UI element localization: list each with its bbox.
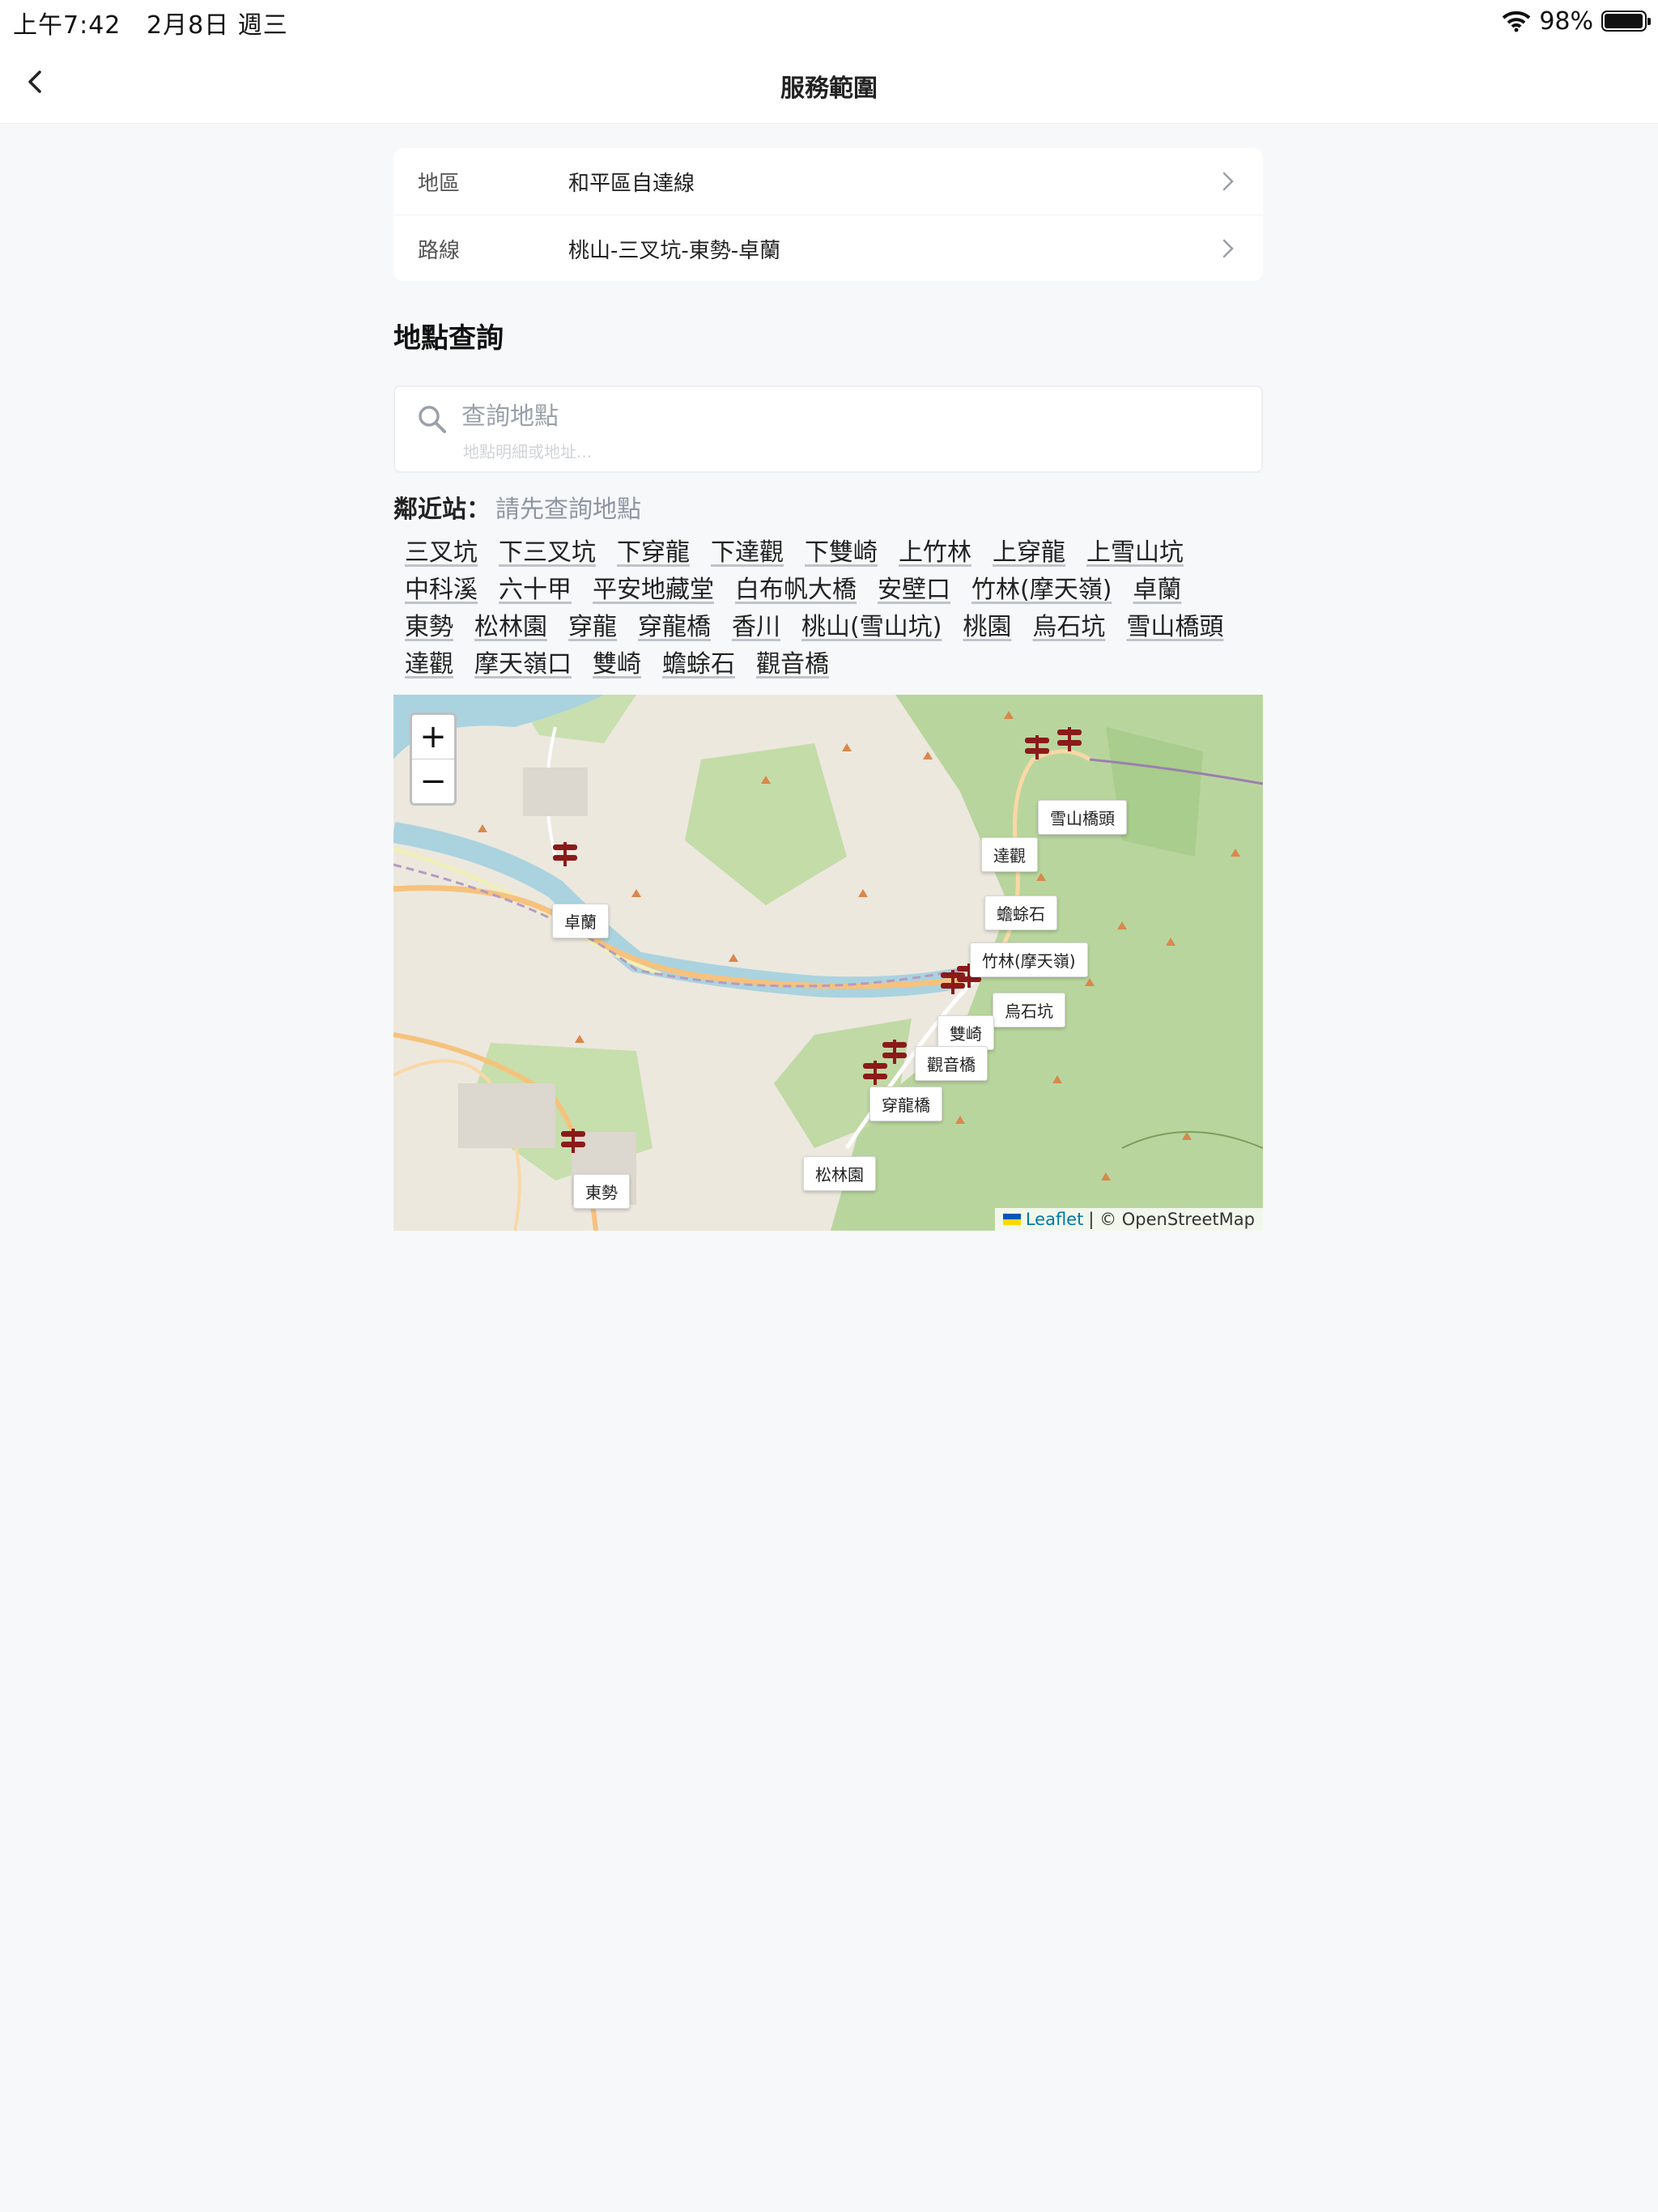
station-link[interactable]: 達觀 bbox=[405, 646, 453, 683]
station-link[interactable]: 卓蘭 bbox=[1133, 572, 1181, 609]
map-label-songlin[interactable]: 松林園 bbox=[803, 1156, 876, 1191]
station-link[interactable]: 上竹林 bbox=[899, 534, 971, 572]
chevron-right-icon bbox=[1222, 239, 1234, 258]
station-link[interactable]: 觀音橋 bbox=[756, 646, 829, 683]
location-search-input[interactable] bbox=[461, 400, 1190, 432]
status-date: 2月8日 週三 bbox=[146, 11, 288, 40]
search-icon bbox=[419, 406, 446, 433]
chevron-right-icon bbox=[1222, 172, 1234, 191]
ukraine-flag-icon bbox=[1002, 1214, 1021, 1225]
station-link[interactable]: 雙崎 bbox=[593, 646, 641, 683]
nearby-stations: 鄰近站： 請先查詢地點 bbox=[393, 489, 1263, 525]
station-link[interactable]: 三叉坑 bbox=[405, 534, 478, 572]
wifi-icon bbox=[1502, 11, 1531, 32]
map-label-dongshi[interactable]: 東勢 bbox=[573, 1174, 630, 1209]
location-search-title: 地點查詢 bbox=[393, 322, 504, 355]
station-link[interactable]: 東勢 bbox=[405, 609, 453, 646]
region-value: 和平區自達線 bbox=[568, 171, 695, 196]
map-label-zhulin[interactable]: 竹林(摩天嶺) bbox=[970, 942, 1088, 977]
route-selector-card: 地區 和平區自達線 路線 桃山-三叉坑-東勢-卓蘭 bbox=[393, 148, 1263, 281]
bus-stop-marker-icon[interactable] bbox=[863, 1061, 887, 1085]
station-link[interactable]: 穿龍 bbox=[568, 609, 617, 646]
station-link[interactable]: 竹林(摩天嶺) bbox=[971, 572, 1112, 609]
bus-stop-marker-icon[interactable] bbox=[1025, 735, 1049, 759]
bus-stop-marker-icon[interactable] bbox=[1057, 727, 1082, 751]
map-label-daguan[interactable]: 達觀 bbox=[981, 837, 1038, 872]
station-link[interactable]: 桃園 bbox=[963, 609, 1011, 646]
map-label-xueshan-bridge[interactable]: 雪山橋頭 bbox=[1038, 800, 1127, 835]
station-link[interactable]: 下三叉坑 bbox=[499, 534, 596, 572]
station-link[interactable]: 六十甲 bbox=[499, 572, 572, 609]
station-link[interactable]: 松林園 bbox=[474, 609, 547, 646]
location-search-box[interactable]: 地點明細或地址... bbox=[393, 385, 1263, 473]
station-link[interactable]: 下達觀 bbox=[711, 534, 784, 572]
nearby-value: 請先查詢地點 bbox=[495, 496, 641, 524]
station-link[interactable]: 穿龍橋 bbox=[638, 609, 711, 646]
station-link[interactable]: 桃山(雪山坑) bbox=[801, 609, 942, 646]
bus-stop-marker-icon[interactable] bbox=[553, 842, 577, 866]
station-link[interactable]: 白布帆大橋 bbox=[735, 572, 857, 609]
station-link[interactable]: 下雙崎 bbox=[805, 534, 878, 572]
region-label: 地區 bbox=[418, 171, 461, 196]
map-label-zhuolan[interactable]: 卓蘭 bbox=[552, 904, 609, 938]
station-link[interactable]: 蟾蜍石 bbox=[662, 646, 735, 683]
osm-attribution: | © OpenStreetMap bbox=[1088, 1210, 1255, 1229]
station-list: 三叉坑 下三叉坑 下穿龍 下達觀 下雙崎 上竹林 上穿龍 上雪山坑中科溪 六十甲 平安地藏堂 白布帆… bbox=[395, 534, 1253, 683]
route-row[interactable]: 路線 桃山-三叉坑-東勢-卓蘭 bbox=[393, 215, 1263, 282]
route-value: 桃山-三叉坑-東勢-卓蘭 bbox=[568, 238, 781, 263]
leaflet-link[interactable]: Leaflet bbox=[1026, 1210, 1084, 1229]
map-label-chanchu[interactable]: 蟾蜍石 bbox=[984, 895, 1057, 930]
zoom-out-button[interactable]: − bbox=[412, 759, 454, 803]
status-right: 98% bbox=[1502, 5, 1651, 37]
status-time: 上午7:42 bbox=[13, 11, 121, 40]
station-link[interactable]: 安壁口 bbox=[878, 572, 950, 609]
zoom-in-button[interactable]: + bbox=[412, 715, 454, 759]
route-map[interactable]: + − 卓蘭 雪山橋頭 達觀 蟾蜍石 竹林(摩天嶺) 烏石坑 雙崎 觀音橋 穿龍… bbox=[393, 695, 1263, 1231]
station-link[interactable]: 烏石坑 bbox=[1032, 609, 1105, 646]
page-title: 服務範圍 bbox=[780, 74, 878, 103]
battery-fill bbox=[1605, 14, 1643, 28]
station-link[interactable]: 上雪山坑 bbox=[1086, 534, 1184, 572]
location-search-hint: 地點明細或地址... bbox=[463, 442, 593, 462]
map-label-wushikeng[interactable]: 烏石坑 bbox=[993, 993, 1065, 1027]
station-link[interactable]: 中科溪 bbox=[405, 572, 478, 609]
map-tiles bbox=[393, 695, 1263, 1231]
navigation-bar: 服務範圍 bbox=[0, 40, 1658, 124]
station-link[interactable]: 下穿龍 bbox=[617, 534, 690, 572]
station-link[interactable]: 上穿龍 bbox=[993, 534, 1065, 572]
map-attribution: Leaflet | © OpenStreetMap bbox=[994, 1208, 1263, 1231]
bus-stop-marker-icon[interactable] bbox=[561, 1129, 585, 1153]
zoom-control: + − bbox=[410, 713, 457, 806]
battery-percent: 98% bbox=[1539, 6, 1593, 36]
battery-icon bbox=[1601, 11, 1651, 32]
map-label-shuangqi[interactable]: 雙崎 bbox=[937, 1015, 994, 1050]
nearby-label: 鄰近站： bbox=[393, 496, 491, 524]
station-link[interactable]: 摩天嶺口 bbox=[474, 646, 572, 683]
status-time-date: 上午7:42 2月8日 週三 bbox=[13, 5, 288, 40]
station-link[interactable]: 平安地藏堂 bbox=[593, 572, 714, 609]
route-label: 路線 bbox=[418, 238, 461, 263]
status-bar: 上午7:42 2月8日 週三 98% bbox=[0, 0, 1658, 40]
region-row[interactable]: 地區 和平區自達線 bbox=[393, 148, 1263, 215]
map-label-guanyin-bridge[interactable]: 觀音橋 bbox=[915, 1046, 988, 1081]
map-label-chuanlong-bridge[interactable]: 穿龍橋 bbox=[869, 1087, 942, 1121]
station-link[interactable]: 雪山橋頭 bbox=[1126, 609, 1223, 646]
station-link[interactable]: 香川 bbox=[732, 609, 780, 646]
